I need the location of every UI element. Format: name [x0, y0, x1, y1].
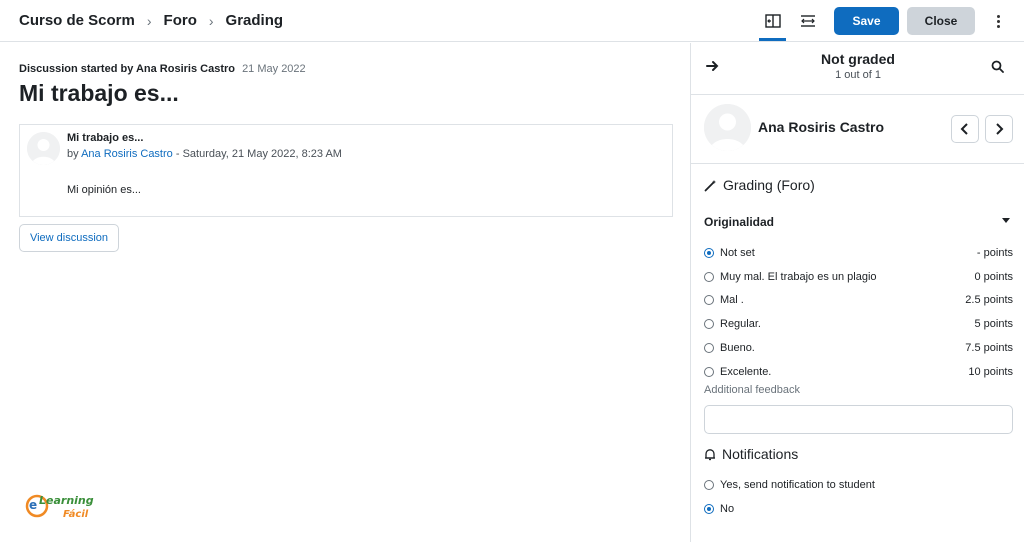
notify-no-option[interactable]: No: [704, 497, 1013, 521]
rubric-level-points: 10 points: [968, 365, 1013, 378]
elearning-logo: e Learning Fácil: [25, 487, 105, 527]
breadcrumb-forum[interactable]: Foro: [164, 12, 197, 29]
discussion-meta: Discussion started by Ana Rosiris Castro…: [19, 63, 306, 75]
feedback-label: Additional feedback: [704, 384, 801, 396]
view-discussion-button[interactable]: View discussion: [19, 224, 119, 252]
user-avatar-icon: [704, 104, 751, 151]
notifications-heading-label: Notifications: [722, 446, 799, 462]
elearning-facil-logo: e Learning Fácil: [25, 494, 94, 520]
avatar[interactable]: [27, 132, 60, 165]
breadcrumb: Curso de Scorm › Foro › Grading: [19, 12, 283, 29]
rubric-level-option[interactable]: Bueno. 7.5 points: [704, 336, 1013, 360]
rubric-level-points: - points: [976, 246, 1013, 259]
close-button[interactable]: Close: [907, 7, 975, 35]
save-button[interactable]: Save: [834, 7, 899, 35]
rubric-level-points: 7.5 points: [965, 342, 1013, 355]
active-indicator: [759, 38, 786, 41]
chevron-right-icon: [996, 123, 1004, 135]
svg-text:Fácil: Fácil: [63, 508, 89, 520]
user-avatar-icon: [27, 132, 60, 165]
breadcrumb-course[interactable]: Curso de Scorm: [19, 12, 135, 29]
feedback-input[interactable]: [704, 405, 1013, 434]
grader-header: Not graded 1 out of 1: [691, 43, 1024, 94]
grading-count: 1 out of 1: [835, 69, 881, 81]
discussion-title: Mi trabajo es...: [19, 80, 179, 106]
notify-yes-option[interactable]: Yes, send notification to student: [704, 473, 1013, 497]
post-timestamp: - Saturday, 21 May 2022, 8:23 AM: [175, 148, 342, 160]
forum-post: Mi trabajo es... by Ana Rosiris Castro -…: [19, 124, 673, 217]
radio-button[interactable]: [704, 366, 714, 377]
chevron-left-icon: [960, 123, 968, 135]
discussion-pane: Discussion started by Ana Rosiris Castro…: [0, 43, 690, 542]
rubric-level-label: Bueno.: [720, 342, 755, 355]
search-users-button[interactable]: [991, 60, 1004, 78]
discussion-date: 21 May 2022: [242, 63, 306, 75]
criterion-name: Originalidad: [704, 215, 775, 229]
post-author-link[interactable]: Ana Rosiris Castro: [81, 148, 173, 160]
chevron-right-icon: ›: [208, 12, 214, 29]
rubric-level-points: 0 points: [974, 270, 1013, 283]
discussion-started-by: Discussion started by Ana Rosiris Castro: [19, 63, 235, 75]
svg-text:Learning: Learning: [39, 494, 94, 507]
criterion-toggle[interactable]: Originalidad: [704, 213, 1012, 229]
top-bar: Curso de Scorm › Foro › Grading Save Clo…: [0, 0, 1024, 42]
post-by-prefix: by: [67, 148, 79, 160]
grader-panel: Not graded 1 out of 1 Ana Rosiris Castro: [690, 43, 1024, 542]
grading-heading-label: Grading (Foro): [723, 177, 815, 193]
rubric-level-label: Not set: [720, 246, 755, 259]
layout-panel-icon: [765, 14, 781, 28]
previous-user-button[interactable]: [951, 115, 979, 143]
radio-button[interactable]: [704, 295, 714, 306]
bell-icon: [705, 448, 715, 460]
rubric-level-option[interactable]: Not set - points: [704, 241, 1013, 265]
expand-horizontal-icon: [801, 15, 815, 27]
notify-yes-label: Yes, send notification to student: [720, 479, 875, 491]
chevron-right-icon: ›: [146, 12, 152, 29]
rubric-level-label: Mal .: [720, 294, 744, 307]
post-subject: Mi trabajo es...: [67, 132, 144, 144]
rubric-level-option[interactable]: Regular. 5 points: [704, 312, 1013, 336]
collapse-grader-layout-button[interactable]: [759, 8, 787, 34]
radio-button[interactable]: [704, 247, 714, 258]
grading-heading: Grading (Foro): [704, 177, 815, 193]
caret-down-icon: [1002, 218, 1010, 223]
radio-button[interactable]: [704, 319, 714, 330]
magic-wand-icon: [704, 179, 716, 191]
breadcrumb-current: Grading: [225, 12, 284, 29]
search-icon: [991, 60, 1004, 73]
radio-button[interactable]: [704, 343, 714, 354]
rubric-level-option[interactable]: Muy mal. El trabajo es un plagio 0 points: [704, 265, 1013, 289]
post-byline: by Ana Rosiris Castro - Saturday, 21 May…: [67, 148, 342, 160]
notification-options: Yes, send notification to student No: [704, 473, 1013, 521]
rubric-level-label: Regular.: [720, 318, 761, 331]
notify-no-label: No: [720, 503, 735, 515]
rubric-level-label: Muy mal. El trabajo es un plagio: [720, 270, 877, 283]
post-body: Mi opinión es...: [67, 184, 141, 196]
rubric-level-option[interactable]: Mal . 2.5 points: [704, 289, 1013, 313]
rubric-level-points: 5 points: [974, 318, 1013, 331]
rubric-levels: Not set - points Muy mal. El trabajo es un…: [704, 241, 1013, 384]
more-options-icon[interactable]: [990, 11, 1006, 31]
user-name: Ana Rosiris Castro: [758, 119, 885, 135]
next-user-button[interactable]: [985, 115, 1013, 143]
radio-button[interactable]: [704, 271, 714, 282]
expand-layout-button[interactable]: [794, 8, 822, 34]
svg-text:e: e: [29, 498, 37, 512]
grading-status-label: Not graded: [821, 51, 895, 67]
grading-status: Not graded 1 out of 1: [691, 51, 1024, 81]
rubric-level-label: Excelente.: [720, 365, 772, 378]
rubric-level-points: 2.5 points: [965, 294, 1013, 307]
rubric-level-option[interactable]: Excelente. 10 points: [704, 360, 1013, 384]
avatar: [704, 104, 751, 151]
current-user-row: Ana Rosiris Castro: [691, 94, 1024, 164]
notifications-heading: Notifications: [704, 446, 798, 462]
radio-button[interactable]: [704, 504, 714, 514]
radio-button[interactable]: [704, 480, 714, 490]
